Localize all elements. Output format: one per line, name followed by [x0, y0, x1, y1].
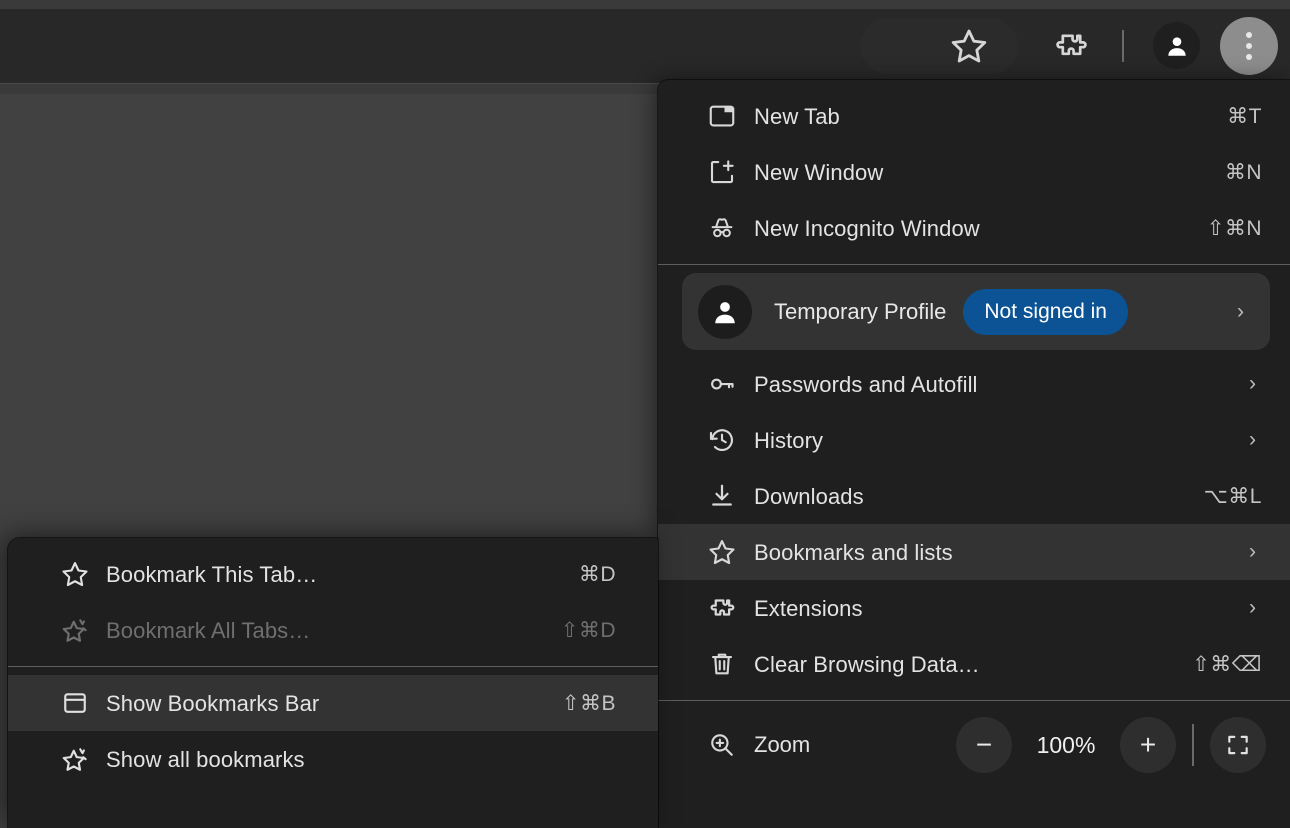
menu-item-history[interactable]: History ›: [658, 412, 1290, 468]
menu-item-zoom: Zoom − 100% +: [658, 701, 1290, 789]
menu-item-accelerator: ⇧⌘⌫: [1192, 652, 1262, 676]
menu-group-padding: [658, 692, 1290, 700]
star-outline-icon: [44, 559, 106, 589]
submenu-item-bookmark-all-tabs: Bookmark All Tabs… ⇧⌘D: [8, 602, 658, 658]
profile-status-badge[interactable]: Not signed in: [963, 288, 1128, 335]
star-icon: [690, 537, 754, 567]
chevron-right-icon: ›: [1249, 372, 1256, 395]
menu-item-label: Passwords and Autofill: [754, 371, 978, 397]
chevron-right-icon: ›: [1249, 428, 1256, 451]
submenu-item-show-all-bookmarks[interactable]: Show all bookmarks: [8, 731, 658, 787]
history-icon: [690, 425, 754, 455]
submenu-item-label: Bookmark This Tab…: [106, 561, 318, 587]
show-all-bookmarks-icon: [44, 744, 106, 774]
account-avatar-icon: [698, 284, 752, 339]
window-top-strip: [0, 0, 1290, 9]
menu-item-bookmarks-and-lists[interactable]: Bookmarks and lists ›: [658, 524, 1290, 580]
menu-item-new-incognito-window[interactable]: New Incognito Window ⇧⌘N: [658, 200, 1290, 256]
bookmarks-bar-icon: [44, 688, 106, 718]
new-tab-icon: [690, 101, 754, 131]
submenu-item-label: Bookmark All Tabs…: [106, 617, 311, 643]
three-dot-menu-icon[interactable]: [1220, 17, 1278, 75]
bookmarks-submenu-panel: Bookmark This Tab… ⌘D Bookmark All Tabs……: [8, 538, 658, 828]
toolbar-divider: [1122, 30, 1124, 62]
chrome-main-menu: New Tab ⌘T New Window ⌘N New Incognito W…: [658, 80, 1290, 828]
trash-icon: [690, 649, 754, 679]
submenu-item-accelerator: ⇧⌘D: [560, 618, 616, 642]
menu-item-accelerator: ⇧⌘N: [1206, 216, 1262, 240]
submenu-item-label: Show Bookmarks Bar: [106, 690, 320, 716]
zoom-out-button[interactable]: −: [956, 717, 1012, 773]
menu-item-label: Extensions: [754, 595, 863, 621]
bookmark-star-icon[interactable]: [941, 18, 997, 74]
chevron-right-icon: ›: [1249, 596, 1256, 619]
menu-separator: [658, 264, 1290, 265]
submenu-top-padding: [8, 538, 658, 546]
menu-item-accelerator: ⌥⌘L: [1203, 484, 1262, 508]
menu-item-accelerator: ⌘T: [1227, 104, 1262, 128]
menu-item-clear-browsing-data[interactable]: Clear Browsing Data… ⇧⌘⌫: [658, 636, 1290, 692]
menu-item-label: New Window: [754, 159, 884, 185]
submenu-item-label: Show all bookmarks: [106, 746, 305, 772]
browser-window: New Tab ⌘T New Window ⌘N New Incognito W…: [0, 0, 1290, 828]
menu-item-accelerator: ⌘N: [1224, 160, 1262, 184]
puzzle-icon: [690, 593, 754, 623]
incognito-icon: [690, 213, 754, 243]
menu-item-passwords-and-autofill[interactable]: Passwords and Autofill ›: [658, 356, 1290, 412]
menu-item-label: Downloads: [754, 483, 864, 509]
menu-item-label: History: [754, 427, 824, 453]
submenu-item-show-bookmarks-bar[interactable]: Show Bookmarks Bar ⇧⌘B: [8, 675, 658, 731]
profile-avatar-button[interactable]: [1153, 22, 1200, 69]
menu-item-extensions[interactable]: Extensions ›: [658, 580, 1290, 636]
menu-top-padding: [658, 80, 1290, 88]
profile-name: Temporary Profile: [774, 298, 947, 324]
menu-item-new-tab[interactable]: New Tab ⌘T: [658, 88, 1290, 144]
submenu-group-padding: [8, 658, 658, 666]
new-window-icon: [690, 157, 754, 187]
submenu-item-accelerator: ⇧⌘B: [561, 691, 616, 715]
zoom-in-button[interactable]: +: [1120, 717, 1176, 773]
profile-card[interactable]: Temporary Profile Not signed in ›: [682, 273, 1270, 350]
menu-item-label: New Tab: [754, 103, 840, 129]
submenu-item-bookmark-this-tab[interactable]: Bookmark This Tab… ⌘D: [8, 546, 658, 602]
download-icon: [690, 481, 754, 511]
menu-item-label: New Incognito Window: [754, 215, 980, 241]
zoom-divider: [1192, 724, 1194, 766]
submenu-item-accelerator: ⌘D: [578, 562, 616, 586]
menu-item-label: Bookmarks and lists: [754, 539, 953, 565]
key-icon: [690, 369, 754, 399]
menu-item-new-window[interactable]: New Window ⌘N: [658, 144, 1290, 200]
three-dot-glyph: [1246, 32, 1252, 60]
chevron-right-icon: ›: [1237, 299, 1244, 323]
star-all-tabs-icon: [44, 615, 106, 645]
fullscreen-icon[interactable]: [1210, 717, 1266, 773]
submenu-group-padding-2: [8, 667, 658, 675]
zoom-percent-value: 100%: [1036, 731, 1096, 758]
menu-item-downloads[interactable]: Downloads ⌥⌘L: [658, 468, 1290, 524]
menu-group-padding: [658, 256, 1290, 264]
menu-item-label: Clear Browsing Data…: [754, 651, 980, 677]
zoom-magnifier-icon: [690, 730, 754, 760]
chevron-right-icon: ›: [1249, 540, 1256, 563]
zoom-label: Zoom: [754, 732, 811, 757]
extensions-puzzle-icon[interactable]: [1042, 18, 1098, 74]
